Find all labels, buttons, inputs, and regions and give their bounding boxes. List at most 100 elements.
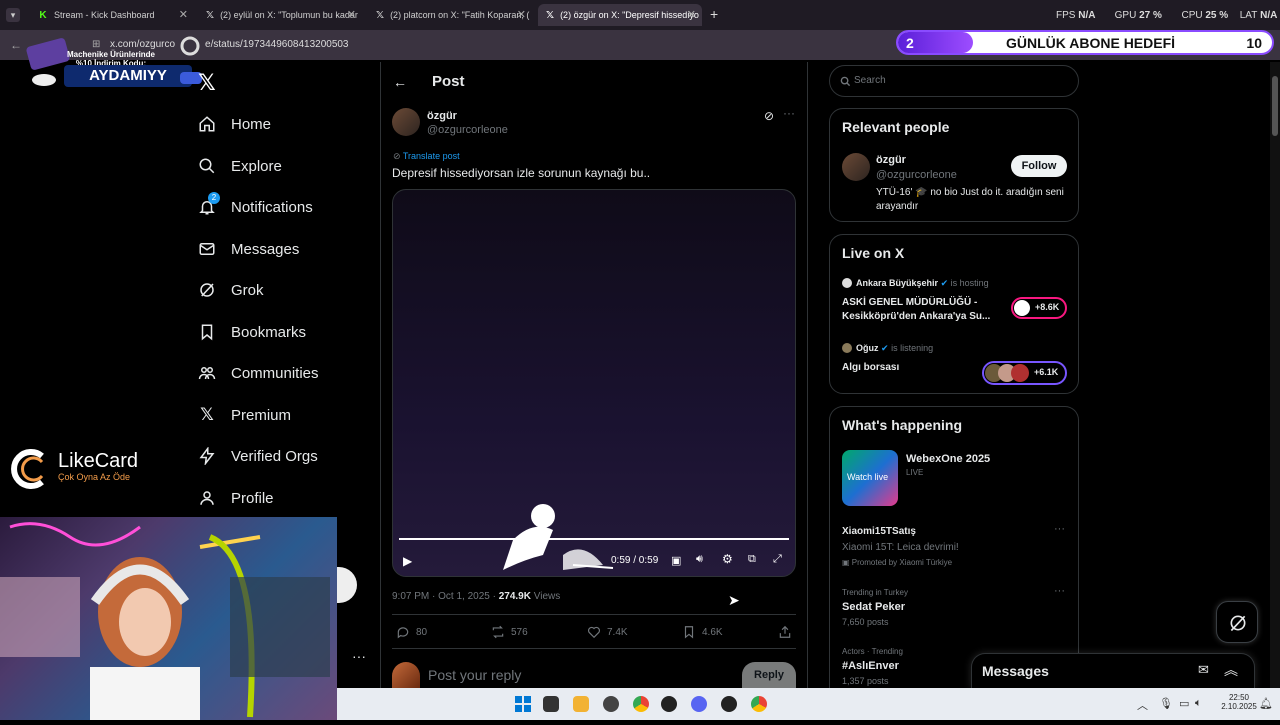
nav-item-notifications[interactable]: 2 Notifications: [198, 191, 313, 223]
play-icon[interactable]: ▶: [403, 554, 412, 568]
video-player[interactable]: ▶ 0:59 / 0:59 ▣ 🔊︎ ⚙ ⧉ ⤢: [392, 189, 796, 577]
tab-platcorn[interactable]: 𝕏 (2) platcorn on X: "Fatih Koparan, ( ✕: [368, 4, 532, 26]
live2-host[interactable]: Oğuz ✔ is listening: [856, 343, 933, 354]
person-handle[interactable]: @ozgurcorleone: [876, 169, 957, 181]
person-avatar[interactable]: [842, 153, 870, 181]
more-dots-icon[interactable]: ···: [352, 648, 366, 664]
grok-floating-button[interactable]: [1216, 601, 1258, 643]
bookmark-count: 4.6K: [702, 626, 723, 638]
live2-title[interactable]: Algı borsası: [842, 362, 899, 373]
repost-action[interactable]: 576: [491, 625, 528, 639]
close-tab-icon[interactable]: ✕: [179, 8, 188, 21]
host-avatar: [842, 343, 852, 353]
x-logo-icon[interactable]: 𝕏: [198, 70, 216, 96]
back-arrow-icon[interactable]: ←: [393, 74, 407, 90]
repost-icon: [492, 625, 504, 639]
task-view-icon[interactable]: [543, 696, 559, 712]
close-tab-icon[interactable]: ✕: [687, 8, 696, 21]
person-name[interactable]: özgür: [876, 154, 906, 166]
close-tab-icon[interactable]: ✕: [347, 8, 356, 21]
scrollbar-thumb[interactable]: [1272, 76, 1278, 136]
back-arrow-icon[interactable]: ←: [10, 38, 22, 52]
author-avatar[interactable]: [392, 108, 420, 136]
video-time: 0:59 / 0:59: [611, 555, 659, 566]
reply-count: 80: [416, 626, 428, 638]
trend1-name[interactable]: Sedat Peker: [842, 601, 905, 613]
file-explorer-icon[interactable]: [573, 696, 589, 712]
video-progress-fill: [399, 538, 789, 540]
live1-title[interactable]: ASKİ GENEL MÜDÜRLÜĞÜ - Kesikköprü'den An…: [842, 296, 1007, 324]
follow-button[interactable]: Follow: [1011, 155, 1067, 177]
tab-ozgur-active[interactable]: 𝕏 (2) özgür on X: "Depresif hissediyo ✕: [538, 4, 702, 26]
clock[interactable]: 22:50 2.10.2025: [1217, 693, 1261, 711]
nav-item-premium[interactable]: 𝕏 Premium: [198, 399, 291, 431]
nav-item-profile[interactable]: Profile: [198, 482, 274, 514]
chrome-icon[interactable]: [633, 696, 649, 712]
chrome-profile-icon[interactable]: [751, 696, 767, 712]
page-scrollbar[interactable]: [1270, 62, 1280, 688]
fullscreen-icon[interactable]: ⤢: [773, 553, 782, 566]
windows-taskbar: ︿ 🎙︎ ▭ 🔈︎ 22:50 2.10.2025 🔔︎: [337, 688, 1280, 720]
tab-kick-dashboard[interactable]: K Stream - Kick Dashboard ✕: [30, 4, 194, 26]
my-avatar: [392, 662, 420, 688]
settings-gear-icon[interactable]: ⚙: [722, 552, 733, 566]
nav-item-bookmarks[interactable]: Bookmarks: [198, 316, 306, 348]
discord-icon[interactable]: [691, 696, 707, 712]
reply-action[interactable]: 80: [396, 625, 427, 639]
close-tab-icon[interactable]: ✕: [517, 8, 526, 21]
network-icon[interactable]: ▭: [1179, 697, 1189, 710]
nav-item-messages[interactable]: Messages: [198, 233, 299, 265]
search-box[interactable]: Search: [829, 65, 1079, 97]
tab-eylul[interactable]: 𝕏 (2) eylül on X: "Toplumun bu kadar ✕: [198, 4, 362, 26]
microphone-icon[interactable]: 🎙︎: [1159, 697, 1173, 710]
volume-icon[interactable]: 🔊︎: [696, 553, 703, 566]
notification-bell-icon[interactable]: 🔔︎: [1259, 697, 1273, 710]
reply-input[interactable]: Post your reply: [428, 667, 521, 683]
video-progress-track[interactable]: [399, 538, 789, 540]
translate-post-link[interactable]: ⊘ Translate post: [393, 151, 460, 162]
share-action[interactable]: [778, 625, 798, 639]
lat-label: LAT: [1239, 10, 1258, 21]
nav-item-home[interactable]: Home: [198, 108, 271, 140]
live2-listeners-pill[interactable]: +6.1K: [982, 361, 1067, 385]
windows-start-icon[interactable]: [515, 696, 531, 712]
author-name[interactable]: özgür: [427, 110, 457, 122]
bookmark-icon: [684, 626, 694, 639]
nav-label: Home: [231, 115, 272, 133]
reply-button[interactable]: Reply: [742, 662, 796, 688]
live1-listeners-pill[interactable]: +8.6K: [1011, 297, 1067, 319]
nav-item-explore[interactable]: Explore: [198, 150, 282, 182]
more-options-icon[interactable]: ···: [1054, 585, 1065, 597]
app-g-icon[interactable]: [661, 696, 677, 712]
live1-host[interactable]: Ankara Büyükşehir ✔ is hosting: [856, 278, 989, 289]
app-g2-icon[interactable]: [721, 696, 737, 712]
divider: [392, 648, 796, 649]
messages-drawer[interactable]: Messages ✉ ︽: [971, 653, 1255, 688]
speaker-icon[interactable]: 🔈︎: [1195, 697, 1202, 710]
system-tray-chevron-icon[interactable]: ︿: [1137, 697, 1148, 713]
more-options-icon[interactable]: ···: [783, 106, 795, 120]
nav-item-grok[interactable]: Grok: [198, 274, 264, 306]
tab-list-dropdown-icon[interactable]: ▾: [6, 8, 20, 22]
new-message-icon[interactable]: ✉: [1198, 662, 1209, 678]
more-options-icon[interactable]: ···: [1054, 523, 1065, 535]
captions-icon[interactable]: ▣: [671, 554, 681, 567]
author-handle[interactable]: @ozgurcorleone: [427, 124, 508, 136]
picture-in-picture-icon[interactable]: ⧉: [748, 553, 756, 566]
nav-item-communities[interactable]: Communities: [198, 357, 319, 389]
chevron-up-icon[interactable]: ︽: [1224, 660, 1238, 680]
nav-label: Communities: [231, 364, 319, 382]
like-action[interactable]: 7.4K: [587, 625, 628, 639]
bookmark-action[interactable]: 4.6K: [682, 625, 723, 639]
post-button-partial[interactable]: [335, 567, 357, 603]
obs-icon[interactable]: [603, 696, 619, 712]
like-count: 7.4K: [607, 626, 628, 638]
trend2-name[interactable]: #AslıEnver: [842, 660, 899, 672]
new-tab-button[interactable]: +: [710, 6, 718, 22]
grok-icon[interactable]: ⊘: [764, 109, 774, 123]
nav-item-verified-orgs[interactable]: Verified Orgs: [198, 440, 318, 472]
post-text: Depresif hissediyorsan izle sorunun kayn…: [392, 166, 651, 180]
event-thumbnail[interactable]: Watch live: [842, 450, 898, 506]
event-title[interactable]: WebexOne 2025: [906, 453, 990, 465]
promo-tag[interactable]: Xiaomi15TSatış: [842, 526, 916, 537]
